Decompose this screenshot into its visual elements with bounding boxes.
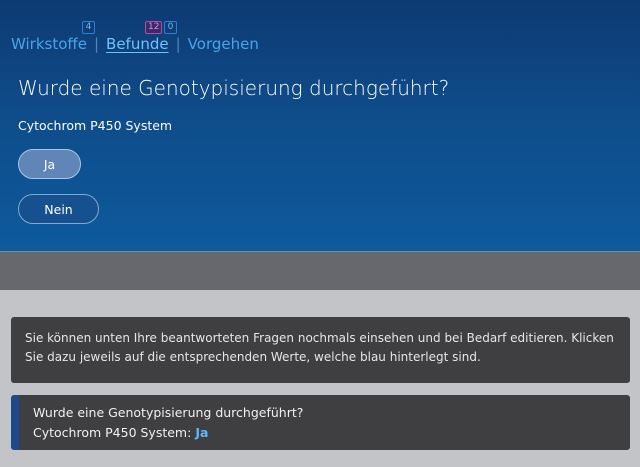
tab-vorgehen[interactable]: Vorgehen [188, 34, 259, 54]
tab-wirkstoffe-label[interactable]: Wirkstoffe [11, 34, 87, 54]
answered-question-label: Cytochrom P450 System: [33, 425, 192, 440]
info-message-text: Sie können unten Ihre beantworteten Frag… [25, 331, 614, 364]
tab-befunde-count-badge: 12 [145, 21, 163, 34]
answered-question-title: Wurde eine Genotypisierung durchgeführt? [33, 405, 304, 420]
tab-befunde-secondary-badge: 0 [164, 21, 178, 34]
tab-befunde-label[interactable]: Befunde [106, 34, 169, 54]
tab-separator: | [175, 35, 181, 53]
answered-question-value-link[interactable]: Ja [195, 425, 208, 440]
tab-wirkstoffe[interactable]: 4 Wirkstoffe [11, 21, 95, 54]
tab-vorgehen-label[interactable]: Vorgehen [188, 34, 259, 54]
question-title: Wurde eine Genotypisierung durchgeführt? [18, 76, 450, 100]
tab-separator: | [93, 35, 100, 53]
answered-question-card: Wurde eine Genotypisierung durchgeführt?… [11, 395, 630, 450]
answered-question-row: Cytochrom P450 System: Ja [33, 423, 616, 443]
divider-band [0, 251, 640, 290]
tab-bar: 4 Wirkstoffe | 12 0 Befunde | Vorgehen [11, 14, 259, 54]
answer-no-button[interactable]: Nein [18, 194, 99, 224]
question-subtitle: Cytochrom P450 System [18, 118, 173, 133]
answer-yes-button[interactable]: Ja [18, 149, 81, 179]
tab-wirkstoffe-count-badge: 4 [82, 21, 95, 34]
info-message: Sie können unten Ihre beantworteten Frag… [11, 317, 630, 383]
question-panel: 4 Wirkstoffe | 12 0 Befunde | Vorgehen W… [0, 0, 640, 251]
tab-befunde[interactable]: 12 0 Befunde [106, 21, 178, 54]
